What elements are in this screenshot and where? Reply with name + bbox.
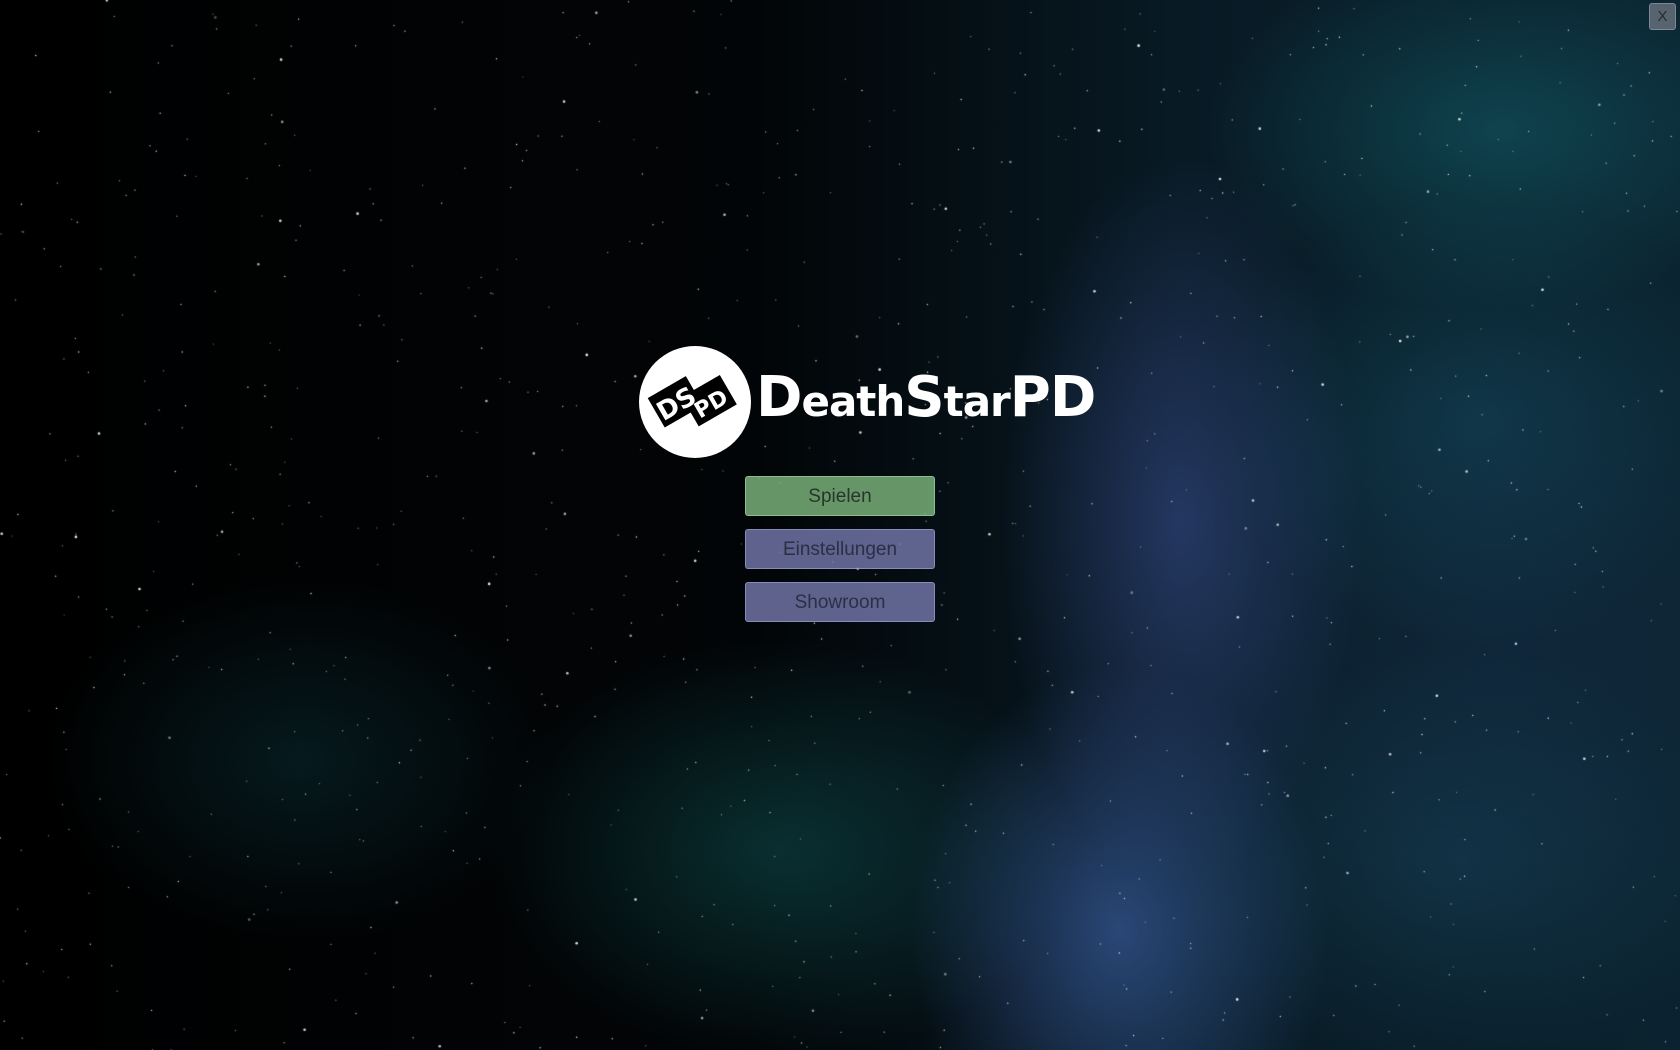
play-button[interactable]: Spielen xyxy=(745,476,935,516)
title-part: D xyxy=(756,365,802,430)
close-button[interactable]: X xyxy=(1649,3,1676,30)
title-part: tar xyxy=(943,377,1011,426)
showroom-button[interactable]: Showroom xyxy=(745,582,935,622)
logo-emblem-icon: DS PD xyxy=(639,346,751,458)
title-part: S xyxy=(904,365,944,430)
main-menu: Spielen Einstellungen Showroom xyxy=(745,476,935,635)
game-title: DeathStarPD xyxy=(756,365,1097,432)
settings-button[interactable]: Einstellungen xyxy=(745,529,935,569)
title-part: eath xyxy=(801,377,905,426)
title-part: PD xyxy=(1009,365,1097,430)
main-menu-scene: X DS PD DeathStarPD Spielen Einstellunge… xyxy=(0,0,1680,1050)
game-logo: DS PD DeathStarPD xyxy=(638,345,1096,460)
